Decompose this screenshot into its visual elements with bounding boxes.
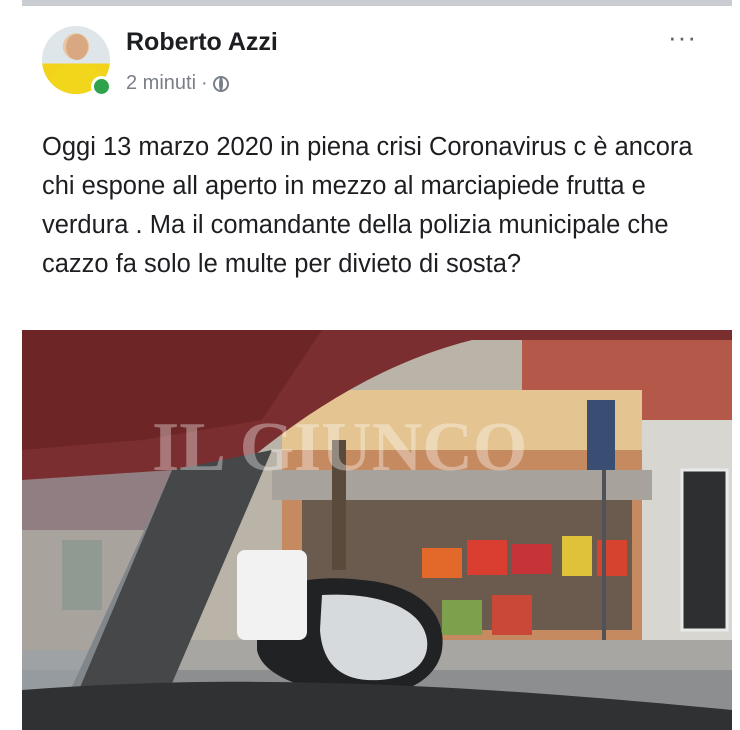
meta-separator: · (201, 72, 208, 94)
globe-icon[interactable] (212, 75, 229, 92)
post-body-text: Oggi 13 marzo 2020 in piena crisi Corona… (42, 133, 693, 278)
author-name[interactable]: Roberto Azzi (126, 28, 278, 57)
more-options-button[interactable]: ··· (668, 22, 697, 53)
photo-watermark: IL GIUNCO (152, 409, 527, 486)
post-meta: 2 minuti · (126, 72, 229, 95)
avatar-head (66, 34, 88, 60)
post-photo[interactable]: IL GIUNCO (22, 330, 732, 730)
post-timestamp[interactable]: 2 minuti (126, 72, 196, 95)
online-status-indicator (91, 76, 112, 97)
